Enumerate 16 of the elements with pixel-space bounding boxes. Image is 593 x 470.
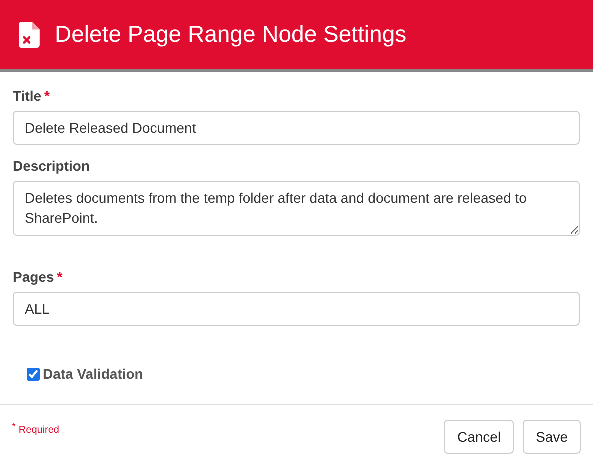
input-field[interactable]: Delete Released Document [13,111,580,145]
required-mark: * [57,269,63,285]
field-label: Pages [13,269,54,285]
field-label: Title [13,88,42,104]
dialog-button[interactable]: Save [523,420,581,454]
description-field[interactable]: Deletes documents from the temp folder after data and document are released to SharePoint. [13,181,580,236]
field-label: Description [13,158,90,174]
checkbox-label: Data Validation [43,366,144,382]
dialog-button[interactable]: Cancel [444,420,514,454]
required-note: Required [18,425,60,438]
file-delete-icon [19,22,40,48]
checkbox[interactable] [27,368,40,380]
input-field[interactable]: ALL [13,292,580,326]
required-mark: * [44,88,50,104]
dialog-title: Delete Page Range Node Settings [55,21,407,48]
required-mark: * [12,422,16,435]
